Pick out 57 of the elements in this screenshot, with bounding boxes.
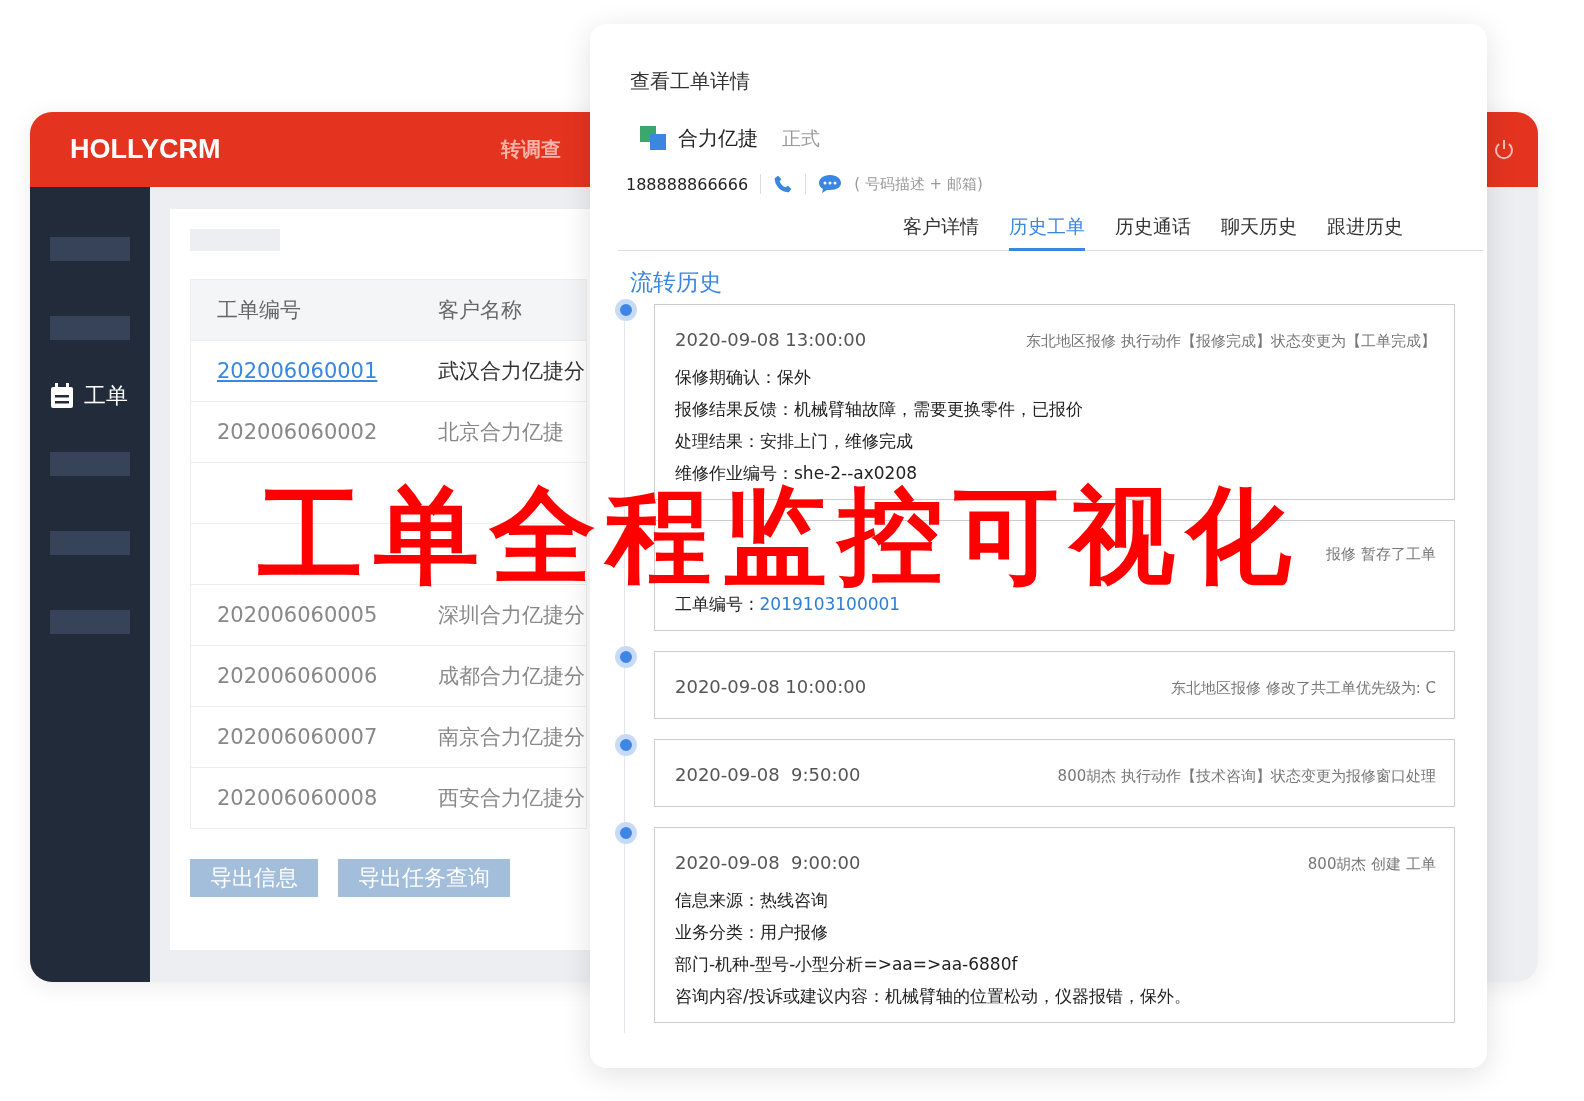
entry-action: 报修 暂存了工单 — [1326, 545, 1436, 564]
customer-name: 北京合力亿捷 — [438, 420, 564, 444]
column-header: 客户名称 — [412, 279, 587, 341]
customer-name: 深圳合力亿捷分 — [438, 603, 585, 627]
ticket-number: 202006060008 — [217, 786, 378, 810]
timeline-dot — [615, 822, 637, 844]
ticket-number: 202006060007 — [217, 725, 378, 749]
entry-action: 东北地区报修 修改了共工单优先级为: C — [1170, 679, 1436, 698]
section-title: 流转历史 — [630, 268, 723, 297]
entry-detail: 咨询内容/投诉或建议内容：机械臂轴的位置松动，仪器报错，保外。 — [675, 986, 1192, 1006]
entry-time: 2020-09-08 13:00:00 — [675, 329, 867, 350]
ticket-number: 202006060005 — [217, 603, 378, 627]
sidebar-item[interactable]: 工单 — [50, 381, 130, 411]
entry-detail: 维修作业编号：she-2--ax0208 — [675, 463, 919, 483]
brand-logo: HOLLYCRM — [70, 134, 221, 165]
entry-action: 东北地区报修 执行动作【报修完成】状态变更为【工单完成】 — [1026, 332, 1436, 351]
entry-detail: 保修期确认：保外 — [675, 367, 812, 387]
timeline-dot — [615, 299, 637, 321]
customer-name: 南京合力亿捷分 — [438, 725, 585, 749]
timeline-dot — [615, 646, 637, 668]
contact-note: ( 号码描述 + 邮箱) — [854, 174, 983, 194]
tab[interactable]: 客户详情 — [903, 208, 979, 251]
entry-detail: 处理结果：安排上门，维修完成 — [675, 431, 914, 451]
company-icon — [640, 125, 668, 152]
customer-name: 武汉合力亿捷分 — [438, 359, 585, 383]
detail-label: 工单编号 : — [675, 594, 755, 614]
header-link[interactable]: 转调查 — [500, 136, 561, 163]
phone-number: 188888866666 — [626, 174, 749, 194]
company-name: 合力亿捷 — [678, 125, 758, 152]
entry-detail: 部门-机种-型号-小型分析=>aa=>aa-6880f — [675, 954, 1019, 974]
ticket-link[interactable]: 202006060001 — [217, 359, 378, 383]
tab[interactable]: 跟进历史 — [1327, 208, 1403, 251]
entry-detail: 业务分类：用户报修 — [675, 922, 829, 942]
chat-icon[interactable] — [818, 174, 843, 194]
tab[interactable]: 历史通话 — [1115, 208, 1191, 251]
entry-action: 800胡杰 创建 工单 — [1307, 855, 1436, 874]
ticket-link[interactable]: 2019103100001 — [759, 594, 901, 614]
timeline-dot — [615, 734, 637, 756]
entry-detail: 报修结果反馈：机械臂轴故障，需要更换零件，已报价 — [675, 399, 1084, 419]
dialog-title: 查看工单详情 — [630, 68, 751, 95]
headline: 工单全程监控可视化 — [258, 484, 1302, 589]
entry-action: 800胡杰 执行动作【技术咨询】状态变更为报修窗口处理 — [1057, 767, 1436, 786]
calendar-icon — [50, 383, 74, 409]
tab[interactable]: 历史工单 — [1009, 208, 1085, 251]
ticket-number: 202006060002 — [217, 420, 378, 444]
phone-icon[interactable] — [773, 174, 794, 194]
entry-time: 2020-09-08 10:00:00 — [675, 676, 867, 697]
tab[interactable]: 聊天历史 — [1221, 208, 1297, 251]
customer-name: 西安合力亿捷分 — [438, 786, 585, 810]
entry-time: 2020-09-08 9:50:00 — [675, 764, 861, 785]
ticket-number: 202006060006 — [217, 664, 378, 688]
customer-name: 成都合力亿捷分 — [438, 664, 585, 688]
entry-time: 2020-09-08 9:00:00 — [675, 852, 861, 873]
column-header: 工单编号 — [190, 279, 412, 341]
entry-detail: 信息来源：热线咨询 — [675, 890, 829, 910]
company-tag: 正式 — [782, 125, 820, 152]
power-icon[interactable] — [1492, 137, 1516, 162]
